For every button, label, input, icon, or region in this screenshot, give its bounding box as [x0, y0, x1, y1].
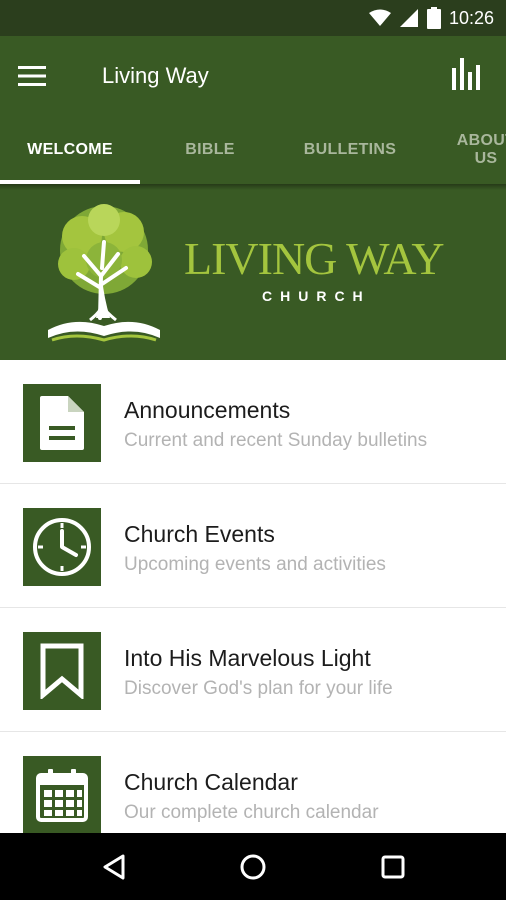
- home-button[interactable]: [231, 845, 275, 889]
- calendar-icon: [36, 769, 88, 822]
- church-subtitle: CHURCH: [262, 288, 371, 304]
- recents-icon: [381, 855, 405, 879]
- back-button[interactable]: [92, 845, 136, 889]
- church-events-icon-tile: [23, 508, 101, 586]
- church-calendar-icon-tile: [23, 756, 101, 834]
- back-icon: [103, 854, 125, 880]
- bar-chart-icon: [452, 58, 480, 90]
- list-item-into-his-marvelous-light[interactable]: Into His Marvelous Light Discover God's …: [0, 608, 506, 732]
- church-banner: LIVING WAY CHURCH: [0, 184, 506, 360]
- list-item-subtitle: Our complete church calendar: [124, 802, 379, 823]
- clock-icon: [33, 518, 91, 576]
- battery-icon: [426, 7, 441, 29]
- list-item-announcements[interactable]: Announcements Current and recent Sunday …: [0, 360, 506, 484]
- announcements-icon-tile: [23, 384, 101, 462]
- list-item-title: Into His Marvelous Light: [124, 645, 371, 671]
- list-item-church-events[interactable]: Church Events Upcoming events and activi…: [0, 484, 506, 608]
- bookmark-icon: [40, 643, 84, 699]
- menu-list: Announcements Current and recent Sunday …: [0, 360, 506, 856]
- menu-button[interactable]: [18, 58, 58, 94]
- document-icon: [40, 396, 84, 450]
- list-item-subtitle: Upcoming events and activities: [124, 554, 386, 575]
- hamburger-menu-icon: [18, 66, 46, 86]
- tab-bar-shadow: [0, 184, 506, 190]
- system-navigation-bar: [0, 833, 506, 900]
- status-bar: 10:26: [0, 0, 506, 36]
- list-item-title: Church Events: [124, 521, 275, 547]
- list-item-subtitle: Current and recent Sunday bulletins: [124, 430, 428, 451]
- wifi-icon: [368, 9, 391, 26]
- tab-about-us[interactable]: ABOUT US: [455, 116, 506, 184]
- signal-icon: [399, 9, 418, 27]
- tab-welcome[interactable]: WELCOME: [0, 116, 140, 184]
- recents-button[interactable]: [371, 845, 415, 889]
- tab-bulletins[interactable]: BULLETINS: [280, 116, 420, 184]
- list-item-title: Announcements: [124, 397, 291, 423]
- tree-on-bible-logo: [48, 204, 160, 342]
- tab-bar: WELCOME BIBLE BULLETINS ABOUT US: [0, 116, 506, 184]
- status-time: 10:26: [448, 7, 494, 28]
- marvelous-light-icon-tile: [23, 632, 101, 710]
- tab-bible[interactable]: BIBLE: [140, 116, 280, 184]
- list-item-subtitle: Discover God's plan for your life: [124, 678, 393, 699]
- app-title: Living Way: [102, 63, 209, 88]
- statistics-button[interactable]: [452, 58, 488, 94]
- app-bar: Living Way: [0, 36, 506, 116]
- church-name: LIVING WAY: [184, 233, 445, 284]
- status-icons: 10:26: [368, 0, 494, 36]
- home-icon: [240, 854, 266, 880]
- list-item-title: Church Calendar: [124, 769, 298, 795]
